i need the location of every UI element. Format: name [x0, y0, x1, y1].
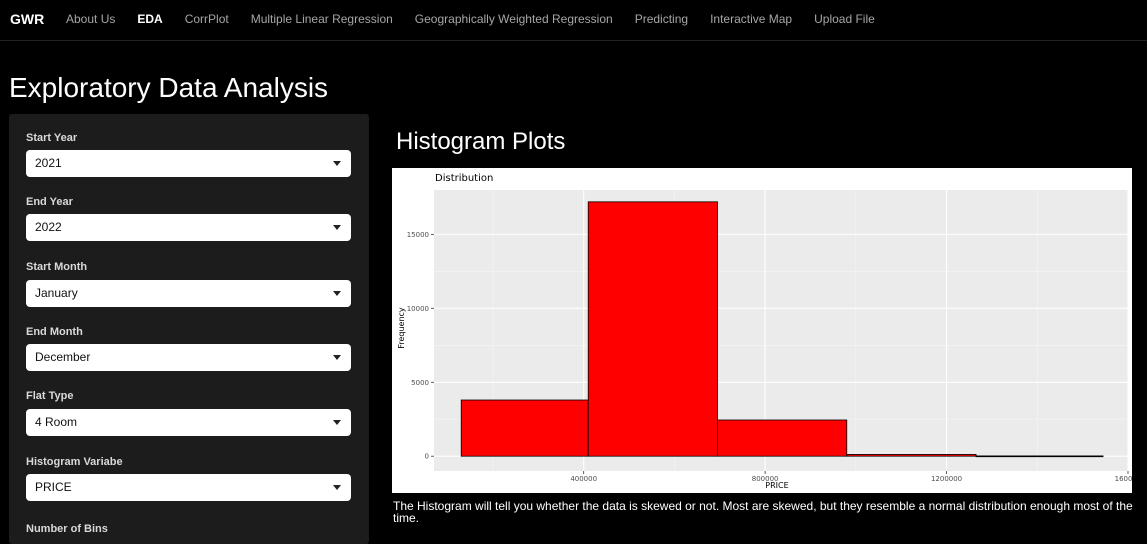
end-year-label: End Year	[26, 196, 73, 208]
y-tick-label: 0	[425, 453, 429, 461]
x-axis-label: PRICE	[765, 481, 788, 490]
flat-type-label: Flat Type	[26, 390, 74, 402]
end-month-select[interactable]: December	[26, 344, 351, 371]
start-year-label: Start Year	[26, 132, 78, 144]
flat-type-value: 4 Room	[35, 415, 78, 429]
histogram-variable-select[interactable]: PRICE	[26, 474, 351, 501]
sidebar-panel: Start Year 2021 End Year 2022 Start Mont…	[9, 114, 369, 544]
chevron-down-icon	[333, 485, 341, 490]
end-year-select[interactable]: 2022	[26, 214, 351, 241]
nav-item-corrplot[interactable]: CorrPlot	[174, 0, 240, 40]
section-title: Histogram Plots	[396, 128, 566, 155]
nav-links: About Us EDA CorrPlot Multiple Linear Re…	[55, 0, 886, 40]
y-axis: 0 5000 10000 15000	[407, 231, 434, 461]
histogram-plot: 050001000015000 400000800000120000016000…	[392, 168, 1141, 493]
start-year-select[interactable]: 2021	[26, 150, 351, 177]
y-axis-label: Frequency	[397, 307, 406, 349]
nav-item-predicting[interactable]: Predicting	[624, 0, 699, 40]
start-month-label: Start Month	[26, 261, 88, 273]
chevron-down-icon	[333, 420, 341, 425]
histogram-variable-label: Histogram Variabe	[26, 456, 123, 468]
histogram-bar	[846, 454, 977, 457]
chevron-down-icon	[333, 161, 341, 166]
y-tick-label: 5000	[411, 379, 429, 387]
histogram-description: The Histogram will tell you whether the …	[393, 499, 1133, 525]
nav-item-gwr[interactable]: Geographically Weighted Regression	[404, 0, 624, 40]
histogram-bar	[587, 201, 718, 457]
histogram-svg: 050001000015000 400000800000120000016000…	[397, 173, 1141, 490]
end-month-value: December	[35, 350, 91, 364]
nav-item-interactive-map[interactable]: Interactive Map	[699, 0, 803, 40]
x-tick-label: 160000	[1115, 475, 1132, 483]
histogram-variable-value: PRICE	[35, 480, 72, 494]
chevron-down-icon	[333, 225, 341, 230]
nav-item-multiple-linear-regression[interactable]: Multiple Linear Regression	[240, 0, 404, 40]
start-year-value: 2021	[35, 156, 62, 170]
y-tick-label: 15000	[407, 231, 429, 239]
x-tick-label: 1200000	[931, 475, 962, 483]
chevron-down-icon	[333, 355, 341, 360]
chevron-down-icon	[333, 291, 341, 296]
navbar: GWR About Us EDA CorrPlot Multiple Linea…	[0, 0, 1147, 41]
flat-type-select[interactable]: 4 Room	[26, 409, 351, 436]
y-tick-label: 10000	[407, 305, 429, 313]
page-title: Exploratory Data Analysis	[9, 72, 329, 103]
histogram-bar	[975, 455, 1104, 458]
histogram-bar	[460, 399, 589, 457]
histogram-bar	[717, 419, 848, 457]
nav-item-upload-file[interactable]: Upload File	[803, 0, 886, 40]
end-year-value: 2022	[35, 220, 62, 234]
x-tick-label: 400000	[570, 475, 597, 483]
x-axis: 4000008000001200000160000	[570, 471, 1141, 483]
end-month-label: End Month	[26, 326, 83, 338]
nav-item-about-us[interactable]: About Us	[55, 0, 126, 40]
nav-item-eda[interactable]: EDA	[126, 0, 173, 40]
number-of-bins-label: Number of Bins	[26, 523, 108, 535]
start-month-select[interactable]: January	[26, 280, 351, 307]
chart-title: Distribution	[435, 173, 493, 184]
start-month-value: January	[35, 286, 78, 300]
navbar-brand[interactable]: GWR	[10, 11, 44, 27]
